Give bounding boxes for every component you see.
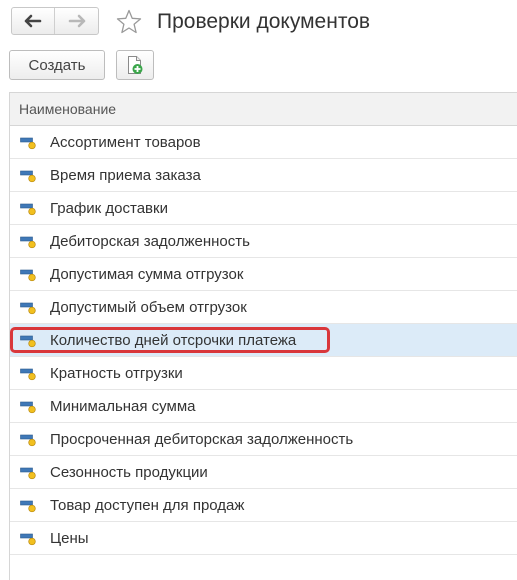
add-document-button[interactable] xyxy=(116,50,154,80)
table-row[interactable]: Время приема заказа xyxy=(10,159,517,192)
catalog-item-icon xyxy=(20,335,36,348)
column-header-name[interactable]: Наименование xyxy=(10,93,517,126)
table-row[interactable]: Допустимая сумма отгрузок xyxy=(10,258,517,291)
table-row-selected[interactable]: Количество дней отсрочки платежа xyxy=(10,324,517,357)
catalog-item-icon xyxy=(20,203,36,216)
page-title: Проверки документов xyxy=(157,10,371,33)
create-button[interactable]: Создать xyxy=(9,50,105,80)
catalog-item-icon xyxy=(20,236,36,249)
add-document-icon xyxy=(128,56,143,74)
table-row[interactable]: Цены xyxy=(10,522,517,555)
row-label: Ассортимент товаров xyxy=(50,133,201,151)
catalog-item-icon xyxy=(20,368,36,381)
row-label: График доставки xyxy=(50,199,168,217)
row-label: Товар доступен для продаж xyxy=(50,496,245,514)
table-row[interactable]: Товар доступен для продаж xyxy=(10,489,517,522)
table-row[interactable]: Кратность отгрузки xyxy=(10,357,517,390)
row-label: Кратность отгрузки xyxy=(50,364,183,382)
row-label: Допустимая сумма отгрузок xyxy=(50,265,244,283)
catalog-item-icon xyxy=(20,137,36,150)
catalog-item-icon xyxy=(20,269,36,282)
table-row[interactable]: Дебиторская задолженность xyxy=(10,225,517,258)
row-label: Сезонность продукции xyxy=(50,463,208,481)
star-icon[interactable] xyxy=(115,8,143,36)
back-button[interactable] xyxy=(12,8,56,34)
catalog-item-icon xyxy=(20,500,36,513)
catalog-item-icon xyxy=(20,401,36,414)
arrow-right-icon xyxy=(68,14,85,28)
table-row[interactable]: Сезонность продукции xyxy=(10,456,517,489)
row-label: Допустимый объем отгрузок xyxy=(50,298,247,316)
navigation-buttons xyxy=(11,7,99,35)
documents-table: Наименование Ассортимент товаров Время пр… xyxy=(9,92,517,580)
row-label: Минимальная сумма xyxy=(50,397,196,415)
table-row[interactable]: График доставки xyxy=(10,192,517,225)
forward-button[interactable] xyxy=(55,8,98,34)
table-row[interactable]: Просроченная дебиторская задолженность xyxy=(10,423,517,456)
row-label: Количество дней отсрочки платежа xyxy=(50,331,297,349)
arrow-left-icon xyxy=(24,14,42,28)
row-label: Просроченная дебиторская задолженность xyxy=(50,430,354,448)
table-row[interactable]: Ассортимент товаров xyxy=(10,126,517,159)
catalog-item-icon xyxy=(20,170,36,183)
table-row[interactable]: Допустимый объем отгрузок xyxy=(10,291,517,324)
row-label: Дебиторская задолженность xyxy=(50,232,250,250)
header: Проверки документов xyxy=(0,0,517,44)
catalog-item-icon xyxy=(20,467,36,480)
row-label: Время приема заказа xyxy=(50,166,201,184)
table-body: Ассортимент товаров Время приема заказа Гр… xyxy=(10,126,517,555)
window: Проверки документов Создать Наименование… xyxy=(0,0,517,580)
row-label: Цены xyxy=(50,529,89,547)
table-row[interactable]: Минимальная сумма xyxy=(10,390,517,423)
catalog-item-icon xyxy=(20,302,36,315)
catalog-item-icon xyxy=(20,533,36,546)
catalog-item-icon xyxy=(20,434,36,447)
